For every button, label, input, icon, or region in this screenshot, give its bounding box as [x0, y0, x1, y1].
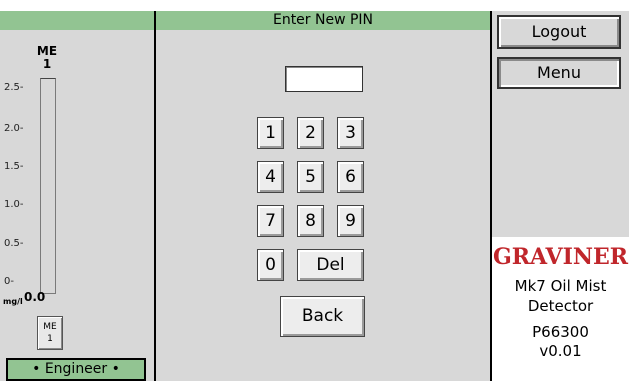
key-8[interactable]: 8 [297, 205, 324, 237]
key-3[interactable]: 3 [337, 117, 364, 149]
firmware-version: v0.01 [539, 342, 582, 360]
axis-tick-2-0: 2.0- [4, 123, 24, 134]
sensor-select-button-number: 1 [47, 334, 53, 344]
sensor-number: 1 [42, 57, 52, 71]
product-info-panel: GRAVINER Mk7 Oil Mist Detector P66300 v0… [492, 237, 629, 381]
axis-tick-0: 0- [4, 276, 14, 287]
menu-button[interactable]: Menu [497, 57, 621, 89]
unit-label: mg/l [3, 297, 23, 306]
key-6[interactable]: 6 [337, 161, 364, 193]
pin-entry-panel: Enter New PIN 1 2 3 4 5 6 7 8 9 0 Del Ba… [154, 11, 492, 381]
axis-tick-1-5: 1.5- [4, 161, 24, 172]
axis-tick-0-5: 0.5- [4, 238, 24, 249]
key-5[interactable]: 5 [297, 161, 324, 193]
back-button[interactable]: Back [280, 296, 365, 337]
graviner-logo: GRAVINER [492, 244, 629, 270]
pin-input[interactable] [285, 66, 363, 92]
key-2[interactable]: 2 [297, 117, 324, 149]
logout-button[interactable]: Logout [497, 15, 621, 49]
key-4[interactable]: 4 [257, 161, 284, 193]
key-1[interactable]: 1 [257, 117, 284, 149]
part-number: P66300 [532, 323, 589, 341]
page-title: Enter New PIN [272, 12, 374, 28]
sensor-panel-header [0, 11, 154, 30]
axis-tick-1-0: 1.0- [4, 199, 24, 210]
navigation-panel: Logout Menu [492, 11, 629, 237]
key-7[interactable]: 7 [257, 205, 284, 237]
product-name-line2: Detector [527, 297, 594, 315]
delete-button[interactable]: Del [297, 249, 364, 281]
sensor-panel: ME 1 2.5- 2.0- 1.5- 1.0- 0.5- 0- mg/l 0.… [0, 11, 154, 381]
key-9[interactable]: 9 [337, 205, 364, 237]
key-0[interactable]: 0 [257, 249, 284, 281]
sensor-select-button-label: ME [43, 322, 57, 332]
user-level-badge: • Engineer • [6, 358, 146, 381]
product-name: Mk7 Oil Mist Detector [492, 276, 629, 316]
pin-entry-header: Enter New PIN [156, 11, 490, 30]
axis-tick-2-5: 2.5- [4, 82, 24, 93]
oil-mist-level-bar [40, 78, 56, 294]
product-name-line1: Mk7 Oil Mist [514, 277, 607, 295]
sensor-select-button[interactable]: ME 1 [37, 316, 63, 350]
sensor-reading: 0.0 [24, 290, 46, 304]
